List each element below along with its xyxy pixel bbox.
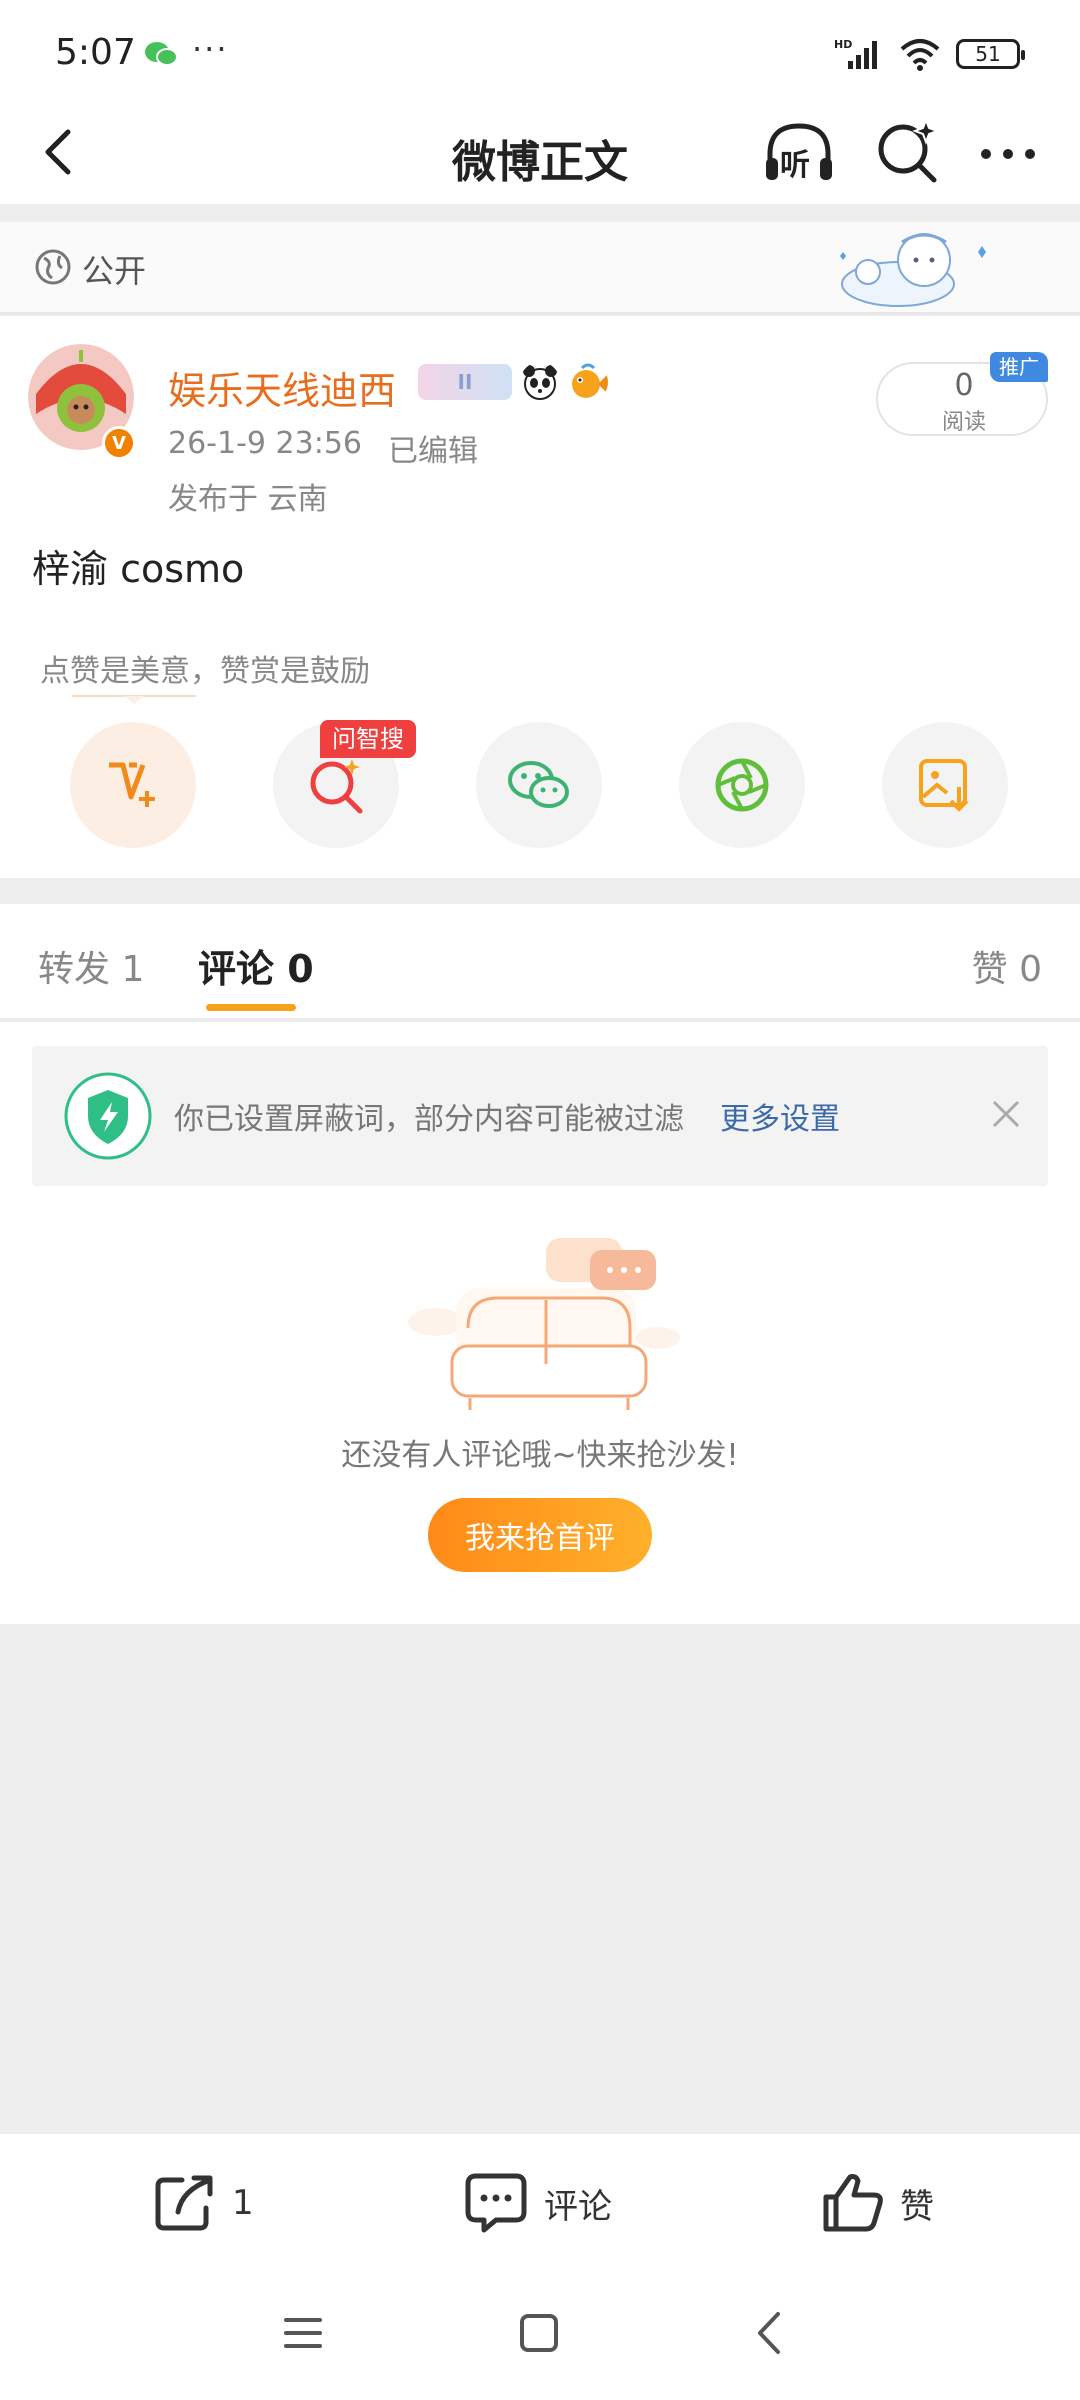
listen-button[interactable]: 听 xyxy=(762,118,836,188)
fish-badge-icon[interactable] xyxy=(568,362,608,402)
repost-button[interactable]: 1 xyxy=(152,2170,254,2236)
edited-label[interactable]: 已编辑 xyxy=(388,426,478,470)
decorative-sticker xyxy=(840,233,986,307)
reward-tip: 点赞是美意，赞赏是鼓励 xyxy=(40,654,370,689)
save-image-icon xyxy=(919,759,969,812)
top-nav-bar: 微博正文 听 xyxy=(0,100,1080,204)
vip-level-badge[interactable]: II xyxy=(418,364,512,400)
empty-sofa-illustration xyxy=(408,1238,680,1410)
recent-apps-icon[interactable] xyxy=(280,2310,326,2356)
filter-notice-banner: 你已设置屏蔽词，部分内容可能被过滤 更多设置 xyxy=(32,1046,1048,1186)
promote-badge[interactable]: 推广 xyxy=(990,352,1048,382)
first-comment-button[interactable]: 我来抢首评 xyxy=(428,1498,652,1572)
shield-icon xyxy=(64,1072,152,1160)
comment-button[interactable]: 评论 xyxy=(462,2170,612,2236)
moments-aperture-icon xyxy=(715,758,769,812)
status-time: 5:07 xyxy=(55,32,136,73)
signal-icon: HD xyxy=(834,38,877,69)
status-bar: 5:07 ··· HD 51 xyxy=(0,0,1080,100)
post-text: 梓渝 cosmo xyxy=(32,547,245,591)
share-icon xyxy=(155,2175,213,2231)
ask-ai-tag[interactable]: 问智搜 xyxy=(320,720,416,758)
like-button[interactable]: 赞 xyxy=(820,2170,934,2236)
ai-search-icon[interactable] xyxy=(874,118,940,184)
globe-icon xyxy=(35,249,71,285)
listen-label: 听 xyxy=(780,148,810,183)
visibility-label: 公开 xyxy=(82,252,147,290)
share-wechat-button[interactable] xyxy=(476,722,602,848)
verified-badge: V xyxy=(102,426,136,460)
reward-button[interactable] xyxy=(70,722,196,848)
more-options-icon[interactable] xyxy=(976,134,1040,174)
author-name[interactable]: 娱乐天线迪西 xyxy=(168,360,396,415)
reward-v-icon xyxy=(109,762,155,807)
panda-badge-icon[interactable] xyxy=(520,362,560,402)
wechat-icon xyxy=(508,761,569,808)
post-timestamp: 26-1-9 23:56 xyxy=(168,426,362,461)
wechat-notification-icon xyxy=(145,42,178,66)
filter-notice-text: 你已设置屏蔽词，部分内容可能被过滤 xyxy=(174,1102,684,1137)
status-more-dots: ··· xyxy=(192,30,229,68)
visibility-row: 公开 xyxy=(0,222,1080,314)
comment-area: 你已设置屏蔽词，部分内容可能被过滤 更多设置 还没有人评论哦~快来抢沙发! 我来… xyxy=(0,1022,1080,1624)
share-moments-button[interactable] xyxy=(679,722,805,848)
more-settings-link[interactable]: 更多设置 xyxy=(720,1094,840,1138)
tab-reposts[interactable]: 转发 1 xyxy=(38,940,144,992)
wifi-icon xyxy=(900,39,940,71)
system-back-icon[interactable] xyxy=(748,2308,790,2358)
comment-bubble-icon xyxy=(465,2173,527,2233)
active-tab-indicator xyxy=(206,1004,296,1011)
battery-icon: 51 xyxy=(956,39,1025,69)
status-indicators: HD 51 xyxy=(834,34,1025,74)
home-icon[interactable] xyxy=(516,2310,562,2356)
empty-comments-text: 还没有人评论哦~快来抢沙发! xyxy=(341,1438,739,1473)
thumbs-up-icon xyxy=(823,2174,883,2232)
ai-search-red-icon xyxy=(310,759,363,814)
post-location: 发布于 云南 xyxy=(168,482,328,517)
tab-comments[interactable]: 评论 0 xyxy=(198,938,314,993)
reward-tip-pointer xyxy=(72,695,196,704)
close-icon[interactable] xyxy=(984,1092,1028,1136)
system-navigation-bar xyxy=(0,2272,1080,2400)
save-image-button[interactable] xyxy=(882,722,1008,848)
bottom-toolbar: 1 评论 赞 xyxy=(0,2134,1080,2272)
comment-label: 评论 xyxy=(544,2186,612,2227)
svg-text:HD: HD xyxy=(834,38,852,51)
post-card: V 娱乐天线迪西 II 26-1-9 23:56 已编辑 发布于 云南 0 阅读… xyxy=(0,316,1080,878)
like-label: 赞 xyxy=(900,2186,934,2227)
repost-count: 1 xyxy=(232,2183,254,2223)
author-badges: II xyxy=(418,362,608,402)
read-label: 阅读 xyxy=(941,410,986,435)
post-tabs: 转发 1 评论 0 赞 0 xyxy=(0,904,1080,1020)
tab-likes[interactable]: 赞 0 xyxy=(972,940,1042,992)
